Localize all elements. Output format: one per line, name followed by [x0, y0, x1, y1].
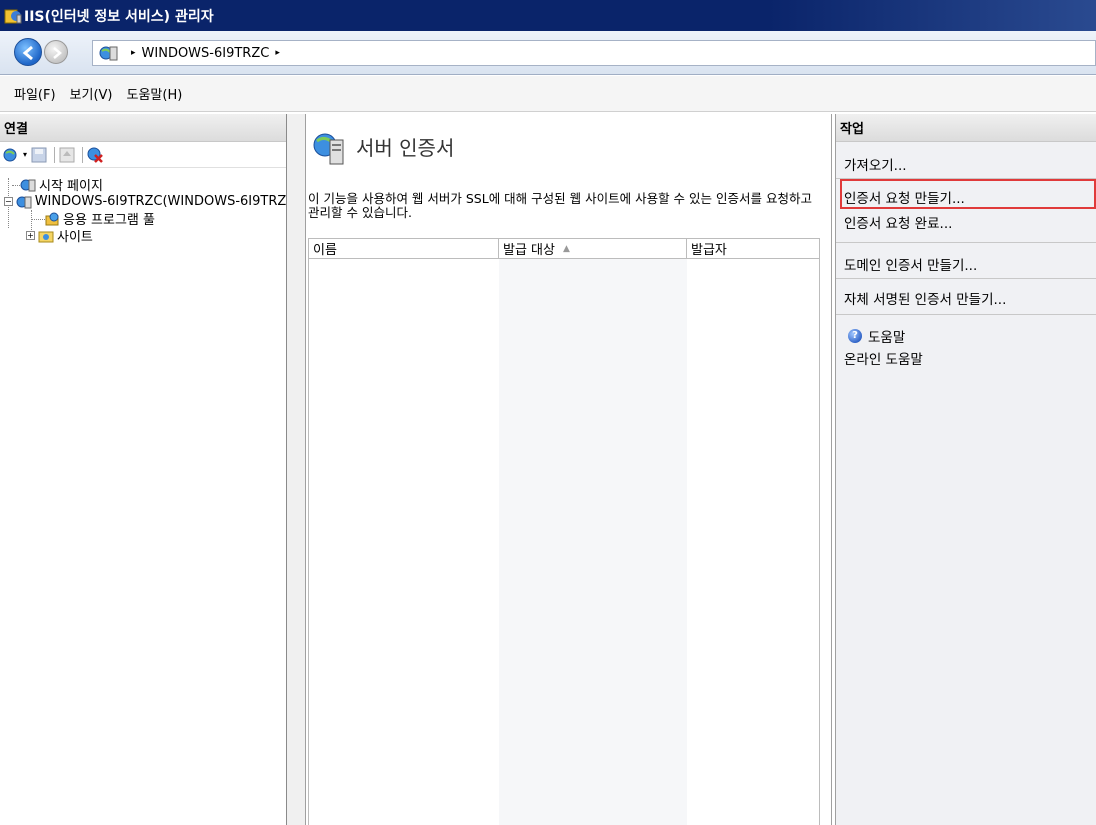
action-create-domain-certificate[interactable]: 도메인 인증서 만들기... [844, 254, 977, 274]
table-header: 이름 발급 대상 ▲ 발급자 [309, 239, 819, 259]
connections-panel: 연결 ▾ 시작 페이지 − WINDOWS-6I9TRZC(WINDOWS-6I… [0, 114, 287, 825]
dropdown-arrow-icon[interactable]: ▾ [23, 150, 27, 159]
sorted-column-shading [499, 259, 687, 825]
breadcrumb-separator[interactable]: ▸ [275, 48, 280, 58]
tree-label: WINDOWS-6I9TRZC(WINDOWS-6I9TRZ [34, 194, 287, 209]
certificates-table: 이름 발급 대상 ▲ 발급자 [308, 238, 820, 825]
actions-panel: 작업 가져오기... 인증서 요청 만들기... 인증서 요청 완료... 도메… [835, 114, 1096, 825]
toolbar-divider [54, 146, 56, 163]
up-level-icon[interactable] [58, 146, 76, 164]
tree-item-app-pools[interactable]: 응용 프로그램 풀 [0, 210, 286, 228]
action-help-label: 도움말 [868, 330, 906, 346]
column-header-name[interactable]: 이름 [309, 239, 499, 258]
action-divider [836, 278, 1096, 279]
back-arrow-icon [22, 45, 33, 61]
action-divider [836, 242, 1096, 243]
column-label: 이름 [313, 243, 337, 258]
window-title: IIS(인터넷 정보 서비스) 관리자 [24, 8, 214, 25]
save-icon[interactable] [30, 146, 48, 164]
start-page-icon [20, 177, 36, 193]
toolbar-divider [82, 146, 84, 163]
server-icon [16, 194, 32, 210]
address-box[interactable]: ▸ WINDOWS-6I9TRZC ▸ [92, 40, 1096, 66]
tree-label: 사이트 [57, 230, 93, 245]
menu-help[interactable]: 도움말(H) [127, 84, 183, 103]
expand-toggle[interactable]: + [26, 231, 35, 240]
action-help[interactable]: ? 도움말 [848, 326, 905, 346]
address-toolbar: ▸ WINDOWS-6I9TRZC ▸ [0, 31, 1096, 75]
actions-header: 작업 [836, 114, 1096, 142]
connections-toolbar: ▾ [0, 142, 286, 168]
menu-file[interactable]: 파일(F) [14, 84, 56, 103]
action-create-self-signed-certificate[interactable]: 자체 서명된 인증서 만들기... [844, 288, 1006, 308]
forward-arrow-icon [53, 47, 62, 59]
connections-tree: 시작 페이지 − WINDOWS-6I9TRZC(WINDOWS-6I9TRZ … [0, 168, 286, 245]
server-icon [99, 44, 119, 62]
server-certificate-icon [312, 130, 346, 168]
action-online-help[interactable]: 온라인 도움말 [844, 348, 923, 368]
breadcrumb-server[interactable]: WINDOWS-6I9TRZC [142, 46, 270, 61]
tree-item-start-page[interactable]: 시작 페이지 [0, 176, 286, 194]
menu-view[interactable]: 보기(V) [70, 84, 113, 103]
column-header-issued-to[interactable]: 발급 대상 ▲ [499, 239, 687, 258]
server-certificates-panel: 서버 인증서 이 기능을 사용하여 웹 서버가 SSL에 대해 구성된 웹 사이… [305, 114, 832, 825]
panel-splitter[interactable] [287, 114, 305, 825]
title-bar: IIS(인터넷 정보 서비스) 관리자 [0, 0, 1096, 31]
iis-app-icon [4, 7, 22, 25]
sort-ascending-icon: ▲ [562, 243, 570, 254]
menu-bar: 파일(F) 보기(V) 도움말(H) [0, 76, 1096, 112]
connect-globe-icon[interactable] [2, 146, 20, 164]
column-label: 발급 대상 [503, 243, 555, 258]
collapse-toggle[interactable]: − [4, 197, 13, 206]
column-label: 발급자 [691, 243, 727, 258]
forward-button[interactable] [44, 40, 68, 64]
action-divider [836, 314, 1096, 315]
page-title: 서버 인증서 [356, 136, 455, 160]
action-create-certificate-request[interactable]: 인증서 요청 만들기... [844, 187, 965, 207]
sites-folder-icon [38, 228, 54, 244]
page-description: 이 기능을 사용하여 웹 서버가 SSL에 대해 구성된 웹 사이트에 사용할 … [308, 191, 812, 220]
tree-label: 시작 페이지 [39, 179, 103, 194]
action-complete-certificate-request[interactable]: 인증서 요청 완료... [844, 212, 952, 232]
help-icon: ? [848, 329, 862, 343]
back-button[interactable] [14, 38, 42, 66]
column-header-issued-by[interactable]: 발급자 [687, 239, 819, 258]
disconnect-icon[interactable] [86, 146, 104, 164]
breadcrumb-separator: ▸ [131, 48, 136, 58]
action-import[interactable]: 가져오기... [844, 154, 907, 174]
app-pool-icon [44, 211, 60, 227]
tree-item-sites[interactable]: + 사이트 [0, 227, 286, 245]
connections-header: 연결 [0, 114, 286, 142]
tree-item-server[interactable]: − WINDOWS-6I9TRZC(WINDOWS-6I9TRZ [0, 193, 286, 210]
